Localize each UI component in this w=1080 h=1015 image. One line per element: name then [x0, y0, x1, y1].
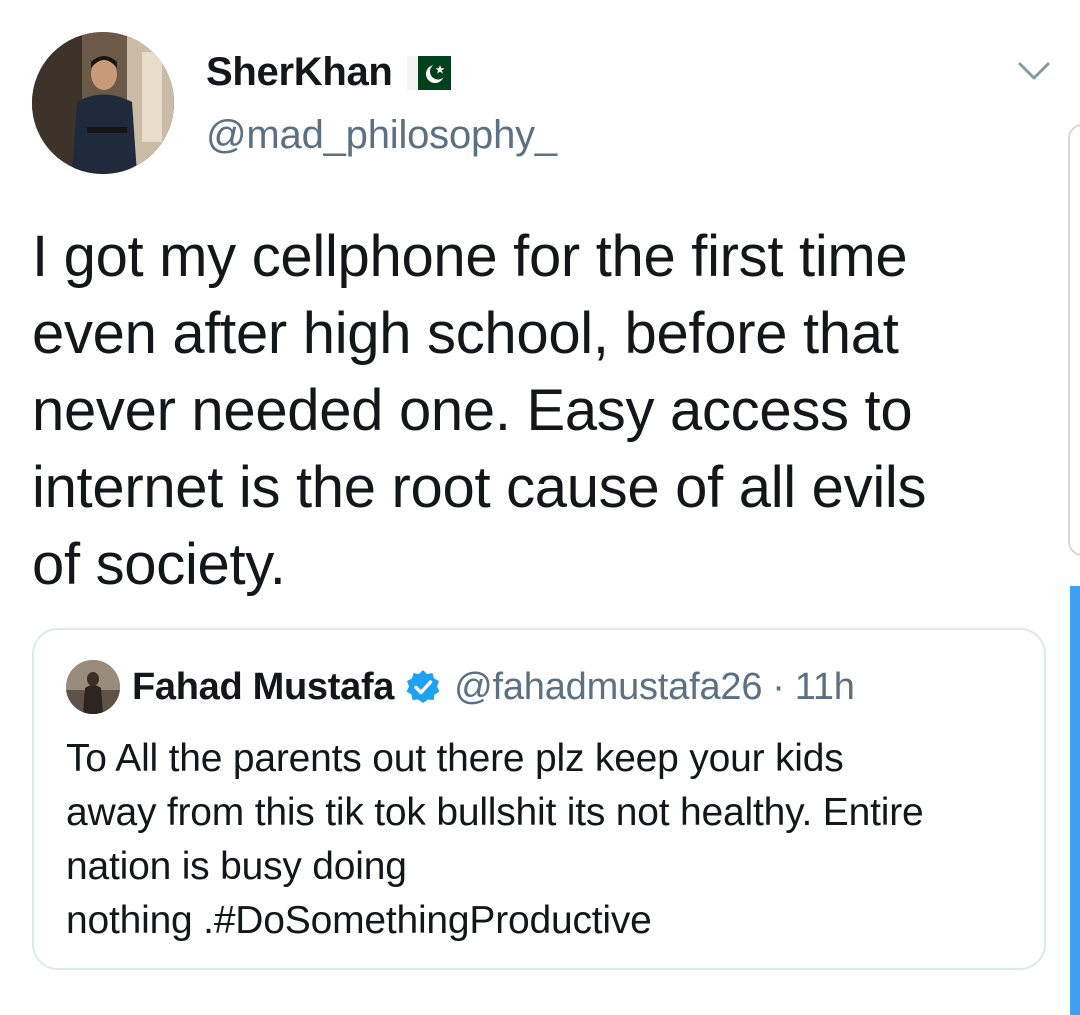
adjacent-card-edge: [1068, 124, 1080, 556]
tweet-text-line: even after high school, before that: [32, 301, 899, 366]
quoted-avatar-photo: [66, 660, 120, 714]
tweet-text-line: internet is the root cause of all evils: [32, 455, 927, 520]
quoted-text-line: nothing .#DoSomethingProductive: [66, 899, 652, 942]
quoted-tweet-card[interactable]: Fahad Mustafa @fahadmustafa26 · 11h To A…: [32, 628, 1046, 970]
quoted-separator: ·: [772, 665, 785, 708]
quoted-text-line: To All the parents out there plz keep yo…: [66, 737, 844, 780]
quoted-text-line: nation is busy doing: [66, 845, 407, 888]
adjacent-highlight-bar: [1070, 586, 1080, 1015]
verified-badge-icon: [406, 670, 440, 703]
avatar-photo: [32, 32, 174, 174]
chevron-down-icon[interactable]: [1016, 58, 1052, 84]
tweet-text-line: never needed one. Easy access to: [32, 378, 913, 443]
quoted-header: Fahad Mustafa @fahadmustafa26 · 11h: [132, 660, 855, 714]
author-handle[interactable]: @mad_philosophy_: [206, 113, 557, 158]
tweet-text-line: I got my cellphone for the first time: [32, 224, 908, 289]
quoted-timestamp[interactable]: 11h: [795, 666, 855, 709]
quoted-author-avatar[interactable]: [66, 660, 120, 714]
author-avatar[interactable]: [32, 32, 174, 174]
tweet-text-line: of society.: [32, 532, 286, 597]
author-name-row: SherKhan: [206, 50, 451, 95]
quoted-handle[interactable]: @fahadmustafa26: [454, 666, 762, 709]
author-display-name[interactable]: SherKhan: [206, 50, 393, 95]
quoted-display-name[interactable]: Fahad Mustafa: [132, 666, 394, 709]
quoted-tweet-text: To All the parents out there plz keep yo…: [66, 732, 1026, 948]
quoted-text-line: away from this tik tok bullshit its not …: [66, 791, 924, 834]
pakistan-flag-icon: [406, 55, 451, 90]
tweet-text: I got my cellphone for the first time ev…: [32, 218, 1022, 603]
